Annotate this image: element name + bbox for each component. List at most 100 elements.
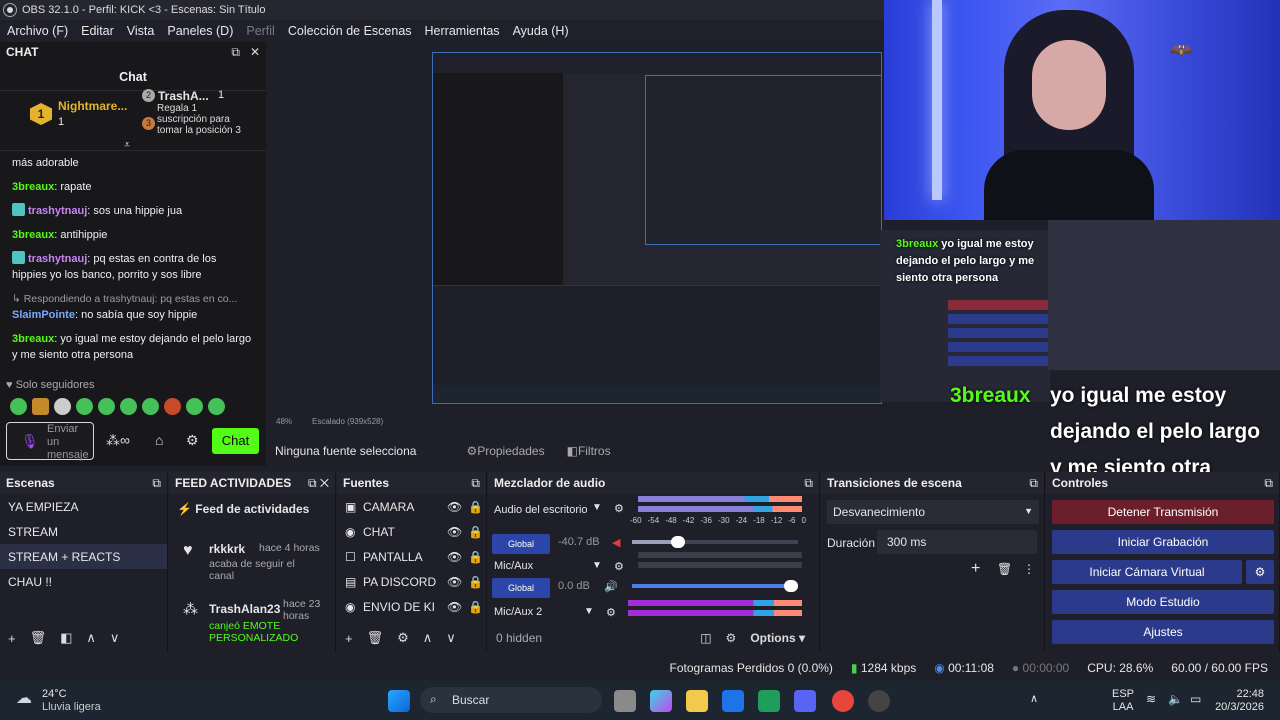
folder-icon[interactable] xyxy=(686,690,708,712)
obs-taskbar-icon[interactable] xyxy=(868,690,890,712)
emote-icon[interactable] xyxy=(186,398,203,415)
add-icon[interactable]: + xyxy=(971,560,980,578)
source-item[interactable]: ◉ ENVIO DE KI 👁 🔒 xyxy=(337,594,486,619)
windows-start-icon[interactable] xyxy=(388,690,410,712)
scene-item[interactable]: STREAM + REACTS xyxy=(0,544,167,569)
volume-slider[interactable] xyxy=(632,580,798,592)
up-icon[interactable]: ∧ xyxy=(423,630,433,646)
discord-icon[interactable] xyxy=(794,690,816,712)
up-icon[interactable]: ∧ xyxy=(86,630,96,646)
expand-icon[interactable]: ⩡ xyxy=(124,139,130,152)
global-button[interactable]: Global xyxy=(492,578,550,598)
channel-dropdown-icon[interactable]: ▼ xyxy=(584,606,594,617)
properties-button[interactable]: ⚙Propiedades xyxy=(466,444,544,458)
emote-icon[interactable] xyxy=(142,398,159,415)
studio-mode-button[interactable]: Modo Estudio xyxy=(1052,590,1274,614)
source-item[interactable]: ☐ PANTALLA 👁 🔒 xyxy=(337,544,486,569)
trash-icon[interactable]: 🗑 xyxy=(367,630,384,646)
trash-icon[interactable]: 🗑 xyxy=(997,562,1012,576)
close-icon[interactable]: ✕ xyxy=(250,45,260,60)
muted-speaker-icon[interactable]: ◀ xyxy=(612,536,620,549)
transition-select[interactable]: Desvanecimiento ▼ xyxy=(827,500,1039,524)
taskbar-search[interactable]: ⌕ Buscar xyxy=(420,687,602,713)
menu-archivo[interactable]: Archivo (F) xyxy=(7,24,68,38)
virtualcam-settings-icon[interactable]: ⚙ xyxy=(1246,560,1274,584)
emote-icon[interactable] xyxy=(208,398,225,415)
more-icon[interactable]: ⋮ xyxy=(1023,562,1035,576)
source-item[interactable]: ◉ CHAT 👁 🔒 xyxy=(337,519,486,544)
speaker-icon[interactable]: 🔊 xyxy=(604,580,618,593)
options-button[interactable]: Options ▾ xyxy=(750,631,805,645)
add-icon[interactable]: + xyxy=(8,631,16,646)
float-icon[interactable]: ⧉ xyxy=(804,476,813,491)
excel-icon[interactable] xyxy=(758,690,780,712)
duration-input[interactable]: 300 ms xyxy=(877,530,1037,554)
word-icon[interactable] xyxy=(722,690,744,712)
emote-icon[interactable] xyxy=(32,398,49,415)
settings-button[interactable]: Ajustes xyxy=(1052,620,1274,644)
emote-icon[interactable] xyxy=(76,398,93,415)
trash-icon[interactable]: 🗑 xyxy=(30,630,47,646)
store-icon[interactable]: ⌂ xyxy=(155,432,163,448)
source-item[interactable]: ▤ PA DISCORD 👁 🔒 xyxy=(337,569,486,594)
volume-icon[interactable]: 🔈 xyxy=(1168,692,1183,706)
menu-herramientas[interactable]: Herramientas xyxy=(425,24,500,38)
float-icon[interactable]: ⧉ xyxy=(152,476,161,491)
menu-coleccion[interactable]: Colección de Escenas xyxy=(288,24,412,38)
chat-send-button[interactable]: Chat xyxy=(212,428,259,454)
start-virtualcam-button[interactable]: Iniciar Cámara Virtual xyxy=(1052,560,1242,584)
streamer-face xyxy=(1032,40,1106,130)
channel-settings-icon[interactable]: ⚙ xyxy=(614,560,624,573)
start-recording-button[interactable]: Iniciar Grabación xyxy=(1052,530,1274,554)
scene-item[interactable]: STREAM xyxy=(0,519,167,544)
quick-emote-icon[interactable]: ⁂∞ xyxy=(106,432,130,449)
file-explorer-icon[interactable] xyxy=(614,690,636,712)
battery-icon[interactable]: ▭ xyxy=(1190,692,1201,706)
advanced-audio-icon[interactable]: ⚙ xyxy=(726,631,737,645)
down-icon[interactable]: ∨ xyxy=(446,630,456,646)
volume-slider[interactable] xyxy=(632,536,798,548)
emote-icon[interactable] xyxy=(164,398,181,415)
close-icon[interactable]: ⧉ ✕ xyxy=(308,476,329,491)
volume-meter xyxy=(638,562,802,568)
emote-icon[interactable] xyxy=(10,398,27,415)
channel-settings-icon[interactable]: ⚙ xyxy=(614,502,624,515)
wifi-icon[interactable]: ≋ xyxy=(1146,692,1156,706)
emote-icon[interactable] xyxy=(120,398,137,415)
stop-stream-button[interactable]: Detener Transmisión xyxy=(1052,500,1274,524)
float-icon[interactable]: ⧉ xyxy=(1029,476,1038,491)
filter-icon[interactable]: ◧ xyxy=(60,630,72,646)
menu-paneles[interactable]: Paneles (D) xyxy=(167,24,233,38)
channel-dropdown-icon[interactable]: ▼ xyxy=(592,502,602,513)
chat-input[interactable]: 🎙 Enviar un mensaje xyxy=(6,422,94,461)
scene-item[interactable]: YA EMPIEZA xyxy=(0,494,167,519)
clock[interactable]: 22:48 20/3/2026 xyxy=(1212,688,1264,714)
emote-icon[interactable] xyxy=(54,398,71,415)
channel-dropdown-icon[interactable]: ▼ xyxy=(592,560,602,571)
float-icon[interactable]: ⧉ xyxy=(471,476,480,491)
language-indicator[interactable]: ESP LAA xyxy=(1112,688,1134,714)
cloud-rain-icon[interactable]: ☁ xyxy=(16,688,32,708)
menu-ayuda[interactable]: Ayuda (H) xyxy=(513,24,569,38)
add-icon[interactable]: + xyxy=(345,631,353,646)
copilot-icon[interactable] xyxy=(650,690,672,712)
layout-icon[interactable]: ◫ xyxy=(700,631,711,645)
chrome-icon[interactable] xyxy=(832,690,854,712)
source-item[interactable]: ▣ CAMARA 👁 🔒 xyxy=(337,494,486,519)
scene-item[interactable]: CHAU !! xyxy=(0,569,167,594)
global-button[interactable]: Global xyxy=(492,534,550,554)
mic-icon[interactable]: 🎙 xyxy=(21,433,39,450)
gear-icon[interactable]: ⚙ xyxy=(186,432,199,449)
gear-icon[interactable]: ⚙ xyxy=(397,630,409,646)
channel-settings-icon[interactable]: ⚙ xyxy=(606,606,616,619)
weather-widget[interactable]: 24°C Lluvia ligera xyxy=(42,688,101,714)
float-icon[interactable]: ⧉ xyxy=(231,45,240,60)
menu-editar[interactable]: Editar xyxy=(81,24,114,38)
down-icon[interactable]: ∨ xyxy=(110,630,120,646)
menu-perfil[interactable]: Perfil xyxy=(246,24,274,38)
float-icon[interactable]: ⧉ xyxy=(1264,476,1273,491)
menu-vista[interactable]: Vista xyxy=(127,24,155,38)
emote-icon[interactable] xyxy=(98,398,115,415)
tray-chevron-icon[interactable]: ∧ xyxy=(1030,692,1038,705)
filters-button[interactable]: ◧Filtros xyxy=(567,444,611,458)
